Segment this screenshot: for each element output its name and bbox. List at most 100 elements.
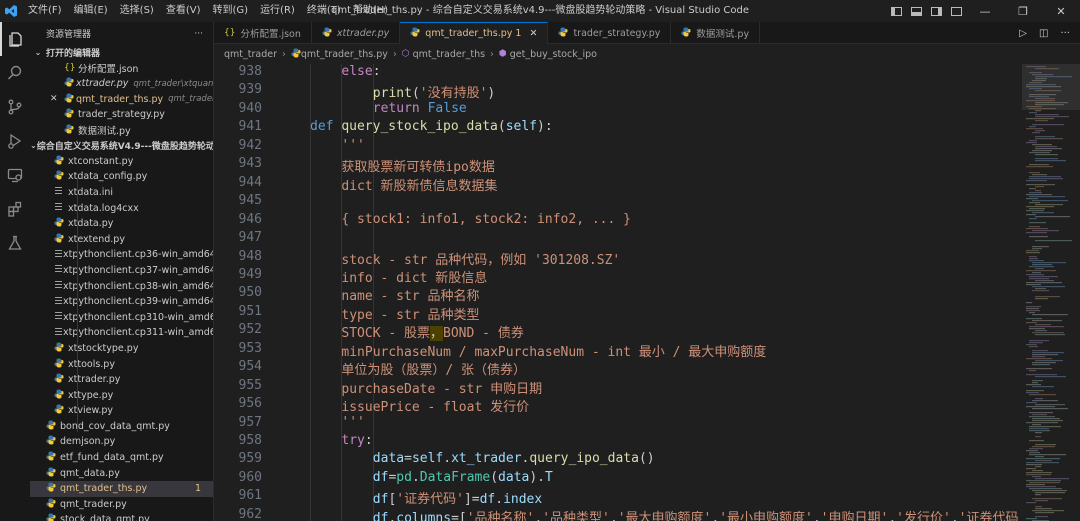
code-line[interactable]: 941 def query_stock_ipo_data(self): bbox=[214, 119, 1022, 137]
tab-1[interactable]: xttrader.py bbox=[312, 22, 401, 44]
open-editor-item[interactable]: 数据测试.py bbox=[30, 123, 213, 139]
minimap-slider[interactable] bbox=[1022, 64, 1080, 110]
code-line[interactable]: 954 单位为股（股票）/ 张（债券） bbox=[214, 359, 1022, 378]
toggle-secondary-sidebar-icon[interactable] bbox=[926, 0, 946, 22]
close-window-button[interactable]: ✕ bbox=[1042, 0, 1080, 22]
menu-item-1[interactable]: 编辑(E) bbox=[68, 0, 114, 22]
code-line[interactable]: 953 minPurchaseNum / maxPurchaseNum - int… bbox=[214, 341, 1022, 360]
code-line[interactable]: 947 bbox=[214, 230, 1022, 248]
remote-explorer-icon[interactable] bbox=[0, 158, 30, 192]
list-item[interactable]: qmt_data.py bbox=[30, 465, 213, 481]
search-icon[interactable] bbox=[0, 56, 30, 90]
tab-2[interactable]: qmt_trader_ths.py 1 ✕ bbox=[400, 22, 549, 44]
list-item[interactable]: xttrader.py bbox=[30, 372, 213, 388]
more-actions-icon[interactable]: ··· bbox=[1060, 28, 1070, 39]
code-line[interactable]: 961 df['证券代码']=df.index bbox=[214, 488, 1022, 507]
more-actions-icon[interactable]: ··· bbox=[194, 29, 203, 39]
code-line[interactable]: 962 df.columns=['品种名称','品种类型','最大申购额度','最… bbox=[214, 507, 1022, 521]
code-line[interactable]: 938 else: bbox=[214, 64, 1022, 82]
run-python-file-icon[interactable]: ▷ bbox=[1019, 28, 1027, 39]
list-item[interactable]: xtconstant.py bbox=[30, 154, 213, 170]
toggle-panel-icon[interactable] bbox=[906, 0, 926, 22]
restore-button[interactable]: ❐ bbox=[1004, 0, 1042, 22]
testing-icon[interactable] bbox=[0, 226, 30, 260]
menu-item-3[interactable]: 查看(V) bbox=[160, 0, 207, 22]
list-item[interactable]: xtpythonclient.cp310-win_amd64.... bbox=[30, 309, 213, 325]
list-item[interactable]: xttype.py bbox=[30, 387, 213, 403]
code-line[interactable]: 942 ''' bbox=[214, 138, 1022, 156]
split-editor-icon[interactable]: ◫ bbox=[1039, 28, 1048, 39]
open-editor-item[interactable]: xttrader.py qmt_trader\xtquant bbox=[30, 76, 213, 92]
code-line[interactable]: 948 stock - str 品种代码，例如 '301208.SZ' bbox=[214, 249, 1022, 268]
code-line[interactable]: 945 bbox=[214, 193, 1022, 211]
menu-item-4[interactable]: 转到(G) bbox=[207, 0, 255, 22]
minimap[interactable] bbox=[1022, 64, 1080, 521]
list-item[interactable]: xtpythonclient.cp37-win_amd64.p... bbox=[30, 263, 213, 279]
list-item[interactable]: qmt_trader_ths.py 1 bbox=[30, 480, 213, 497]
list-item[interactable]: xtpythonclient.cp311-win_amd64.... bbox=[30, 325, 213, 341]
list-item[interactable]: etf_fund_data_qmt.py bbox=[30, 450, 213, 466]
list-item[interactable]: xtpythonclient.cp36-win_amd64.p... bbox=[30, 247, 213, 263]
minimize-button[interactable]: — bbox=[966, 0, 1004, 22]
list-item[interactable]: xtview.py bbox=[30, 403, 213, 419]
code-line[interactable]: 950 name - str 品种名称 bbox=[214, 285, 1022, 304]
list-item[interactable]: xtdata.ini bbox=[30, 185, 213, 201]
breadcrumb-item[interactable]: qmt_trader bbox=[224, 49, 277, 60]
toggle-primary-sidebar-icon[interactable] bbox=[886, 0, 906, 22]
code-line[interactable]: 952 STOCK - 股票，BOND - 债券 bbox=[214, 322, 1022, 342]
menu-item-7[interactable]: 帮助(H) bbox=[347, 0, 394, 22]
list-item[interactable]: demjson.py bbox=[30, 434, 213, 450]
customize-layout-icon[interactable] bbox=[946, 0, 966, 22]
code-line[interactable]: 958 try: bbox=[214, 433, 1022, 451]
open-editors-header[interactable]: ⌄ 打开的编辑器 bbox=[30, 45, 213, 61]
workspace-header[interactable]: ⌄ 综合自定义交易系统V4.9---微盘股趋势轮动策略 bbox=[30, 138, 213, 154]
list-item[interactable]: xtstocktype.py bbox=[30, 341, 213, 357]
explorer-icon[interactable] bbox=[0, 22, 30, 56]
code-line[interactable]: 939 print('没有持股') bbox=[214, 82, 1022, 101]
code-line[interactable]: 960 df=pd.DataFrame(data).T bbox=[214, 470, 1022, 488]
code-line[interactable]: 951 type - str 品种类型 bbox=[214, 304, 1022, 323]
source-control-icon[interactable] bbox=[0, 90, 30, 124]
python-file-icon bbox=[410, 27, 420, 40]
code-line[interactable]: 959 data=self.xt_trader.query_ipo_data() bbox=[214, 451, 1022, 469]
list-item[interactable]: xtdata_config.py bbox=[30, 169, 213, 185]
breadcrumb-item[interactable]: qmt_trader_ths bbox=[413, 49, 485, 60]
code-line[interactable]: 956 issuePrice - float 发行价 bbox=[214, 396, 1022, 415]
open-editor-item[interactable]: trader_strategy.py bbox=[30, 107, 213, 123]
code-line[interactable]: 943 获取股票新可转债ipo数据 bbox=[214, 156, 1022, 175]
open-editor-item[interactable]: ✕qmt_trader_ths.pyqmt_trader1 bbox=[30, 92, 213, 108]
close-icon[interactable]: ✕ bbox=[50, 94, 58, 104]
tab-0[interactable]: {} 分析配置.json bbox=[214, 22, 312, 44]
breadcrumb-item[interactable]: qmt_trader_ths.py bbox=[301, 49, 388, 60]
list-item[interactable]: stock_data_qmt.py bbox=[30, 512, 213, 521]
code-text: def query_stock_ipo_data(self): bbox=[310, 119, 553, 134]
code-line[interactable]: 944 dict 新股新债信息数据集 bbox=[214, 175, 1022, 194]
menu-item-0[interactable]: 文件(F) bbox=[22, 0, 68, 22]
code-line[interactable]: 955 purchaseDate - str 申购日期 bbox=[214, 378, 1022, 397]
breadcrumb-item[interactable]: get_buy_stock_ipo bbox=[510, 49, 597, 60]
list-item[interactable]: xtextend.py bbox=[30, 231, 213, 247]
code-line[interactable]: 957 ''' bbox=[214, 415, 1022, 433]
run-debug-icon[interactable] bbox=[0, 124, 30, 158]
list-item[interactable]: xtpythonclient.cp38-win_amd64.p... bbox=[30, 278, 213, 294]
code-line[interactable]: 949 info - dict 新股信息 bbox=[214, 267, 1022, 286]
list-item[interactable]: xtdata.log4cxx bbox=[30, 200, 213, 216]
menu-item-5[interactable]: 运行(R) bbox=[254, 0, 301, 22]
list-item[interactable]: xttools.py bbox=[30, 356, 213, 372]
close-icon[interactable]: ✕ bbox=[529, 28, 537, 39]
minimap-code-line bbox=[1029, 112, 1037, 114]
list-item[interactable]: qmt_trader.py bbox=[30, 497, 213, 513]
code-line[interactable]: 946 { stock1: info1, stock2: info2, ... } bbox=[214, 212, 1022, 230]
menu-item-6[interactable]: 终端(T) bbox=[301, 0, 347, 22]
list-item[interactable]: bond_cov_data_qmt.py bbox=[30, 419, 213, 435]
list-item[interactable]: xtpythonclient.cp39-win_amd64.p... bbox=[30, 294, 213, 310]
minimap-code-line bbox=[1029, 440, 1044, 442]
code-line[interactable]: 940 return False bbox=[214, 101, 1022, 119]
extensions-icon[interactable] bbox=[0, 192, 30, 226]
open-editor-item[interactable]: {} 分析配置.json bbox=[30, 61, 213, 77]
list-item[interactable]: xtdata.py bbox=[30, 216, 213, 232]
code-editor[interactable]: 938 else: 939 print('没有持股') 940 return False 9… bbox=[214, 64, 1022, 521]
tab-4[interactable]: 数据测试.py bbox=[671, 22, 761, 44]
tab-3[interactable]: trader_strategy.py bbox=[548, 22, 672, 44]
menu-item-2[interactable]: 选择(S) bbox=[114, 0, 160, 22]
